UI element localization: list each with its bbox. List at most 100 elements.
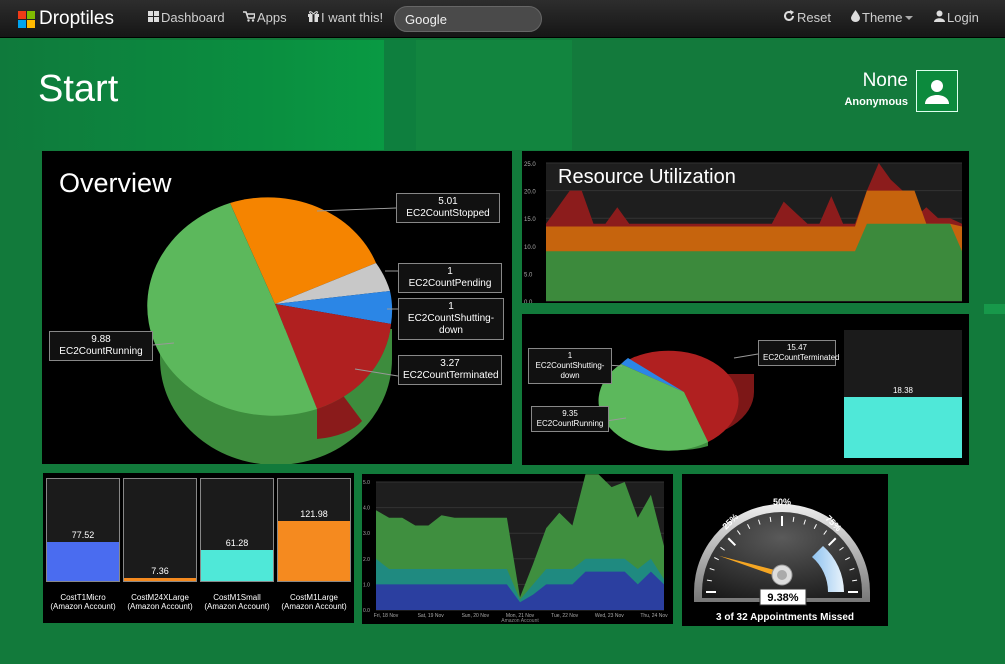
trend-tile[interactable]: 0.0 1.0 2.0 3.0 4.0 5.0 Fri, 18 Nov Sat, 19 Nov… (362, 474, 673, 624)
user-name[interactable]: None (863, 70, 908, 92)
gift-icon (308, 10, 319, 25)
cost-bar-value: 121.98 (300, 509, 328, 519)
x-axis-label: Amazon Account (501, 618, 539, 624)
label-running-value: 9.88 (91, 334, 111, 345)
nav-reset[interactable]: Reset (783, 10, 831, 25)
label-stopped-name: EC2CountStopped (406, 208, 490, 219)
nav-apps-label: Apps (257, 10, 287, 25)
nav-reset-label: Reset (797, 10, 831, 25)
user-role: Anonymous (844, 96, 908, 108)
y-tick-label: 5.0 (524, 272, 533, 278)
x-tick-label: Thu, 24 Nov (640, 613, 668, 619)
y-tick-label: 1.0 (363, 582, 370, 588)
label-running: 9.88 EC2CountRunning (49, 331, 153, 361)
x-tick-label: Fri, 18 Nov (374, 613, 399, 619)
label-small-running-value: 9.35 (562, 409, 578, 418)
nav-dashboard[interactable]: Dashboard (148, 10, 225, 25)
y-tick-label: 15.0 (524, 217, 536, 223)
chevron-down-icon (905, 15, 914, 20)
status-tile[interactable]: 1 EC2CountShutting-down 15.47 EC2CountTe… (522, 314, 969, 465)
gauge-tick-label: 50% (773, 497, 791, 507)
label-small-shutting-down-value: 1 (567, 351, 573, 360)
label-shutting-down-name: EC2CountShutting-down (407, 313, 495, 336)
label-stopped: 5.01 EC2CountStopped (396, 193, 500, 223)
x-tick-label: Wed, 23 Nov (595, 613, 624, 619)
cart-icon (243, 10, 256, 25)
cost-bar (124, 578, 196, 581)
trend-area-chart: 0.0 1.0 2.0 3.0 4.0 5.0 Fri, 18 Nov Sat, 19 Nov… (363, 474, 668, 624)
nav-login[interactable]: Login (934, 10, 979, 25)
cost-bar-column: 77.52 (46, 478, 120, 582)
cost-bar-column: 121.98 (277, 478, 351, 582)
x-tick-label: Tue, 22 Nov (551, 613, 579, 619)
cost-bar-value: 7.36 (151, 566, 169, 576)
label-small-terminated-name: EC2CountTerminated (763, 353, 840, 362)
label-terminated-value: 3.27 (440, 358, 460, 369)
cost-bar-label: CostM24XLarge (Amazon Account) (127, 593, 193, 611)
brand-name: Droptiles (39, 8, 114, 29)
cost-bar-value: 77.52 (71, 530, 95, 540)
gauge-value: 9.38% (767, 592, 798, 604)
leader-line (316, 207, 397, 212)
navbar: Droptiles Dashboard Apps I want this! Re… (0, 0, 1005, 38)
nav-want[interactable]: I want this! (308, 10, 383, 25)
avatar[interactable] (916, 70, 958, 112)
y-tick-label: 2.0 (363, 557, 370, 563)
gauge-caption: 3 of 32 Appointments Missed (716, 612, 854, 623)
y-tick-label: 0.0 (524, 300, 533, 303)
y-tick-label: 4.0 (363, 506, 370, 512)
nav-dashboard-label: Dashboard (161, 10, 225, 25)
cost-bar (47, 542, 119, 581)
droplet-icon (851, 10, 860, 25)
leader-line (733, 353, 759, 359)
label-terminated: 3.27 EC2CountTerminated (398, 355, 502, 385)
label-small-running-name: EC2CountRunning (536, 419, 604, 428)
label-pending: 1 EC2CountPending (398, 263, 502, 293)
costs-tile[interactable]: 77.52 CostT1Micro (Amazon Account) 7.36 Cos… (43, 473, 354, 623)
refresh-icon (783, 10, 795, 25)
y-tick-label: 0.0 (363, 608, 370, 614)
nav-apps[interactable]: Apps (243, 10, 287, 25)
x-tick-label: Sat, 19 Nov (418, 613, 445, 619)
y-tick-label: 25.0 (524, 162, 536, 168)
level-gauge: 18.38 (844, 330, 962, 458)
label-small-terminated-value: 15.47 (786, 343, 808, 352)
cost-bar-label: CostM1Large (Amazon Account) (281, 593, 347, 611)
nav-theme[interactable]: Theme (851, 10, 914, 25)
droptiles-logo-icon (18, 10, 35, 28)
cost-bar-label: CostT1Micro (Amazon Account) (50, 593, 116, 611)
level-gauge-value: 18.38 (892, 386, 914, 395)
label-pending-name: EC2CountPending (408, 278, 492, 289)
cost-bar-column: 61.28 (200, 478, 274, 582)
label-small-shutting-down-name: EC2CountShutting-down (535, 361, 605, 380)
nav-want-label: I want this! (321, 10, 384, 25)
label-shutting-down: 1 EC2CountShutting-down (398, 298, 504, 340)
page-title: Start (38, 68, 119, 110)
overview-tile[interactable]: Overview 5.01 EC2CountStopped 1 EC2Count… (42, 151, 512, 464)
cost-bar-value: 61.28 (225, 538, 249, 548)
cost-bar (278, 521, 350, 581)
gauge-hub (777, 570, 787, 580)
header-background-strip (384, 40, 416, 150)
nav-theme-label: Theme (862, 10, 903, 25)
brand[interactable]: Droptiles (18, 6, 114, 32)
label-stopped-value: 5.01 (438, 196, 458, 207)
search-input[interactable] (394, 6, 542, 32)
x-tick-label: Sun, 20 Nov (462, 613, 490, 619)
y-tick-label: 5.0 (363, 480, 370, 486)
level-gauge-fill (844, 397, 962, 458)
y-tick-label: 20.0 (524, 190, 536, 196)
cost-bar-label: CostM1Small (Amazon Account) (204, 593, 270, 611)
utilization-tile[interactable]: 0.0 5.0 10.0 15.0 20.0 25.0 Resource Utilizat… (522, 151, 969, 303)
nav-login-label: Login (947, 10, 979, 25)
label-small-terminated: 15.47 EC2CountTerminated (758, 340, 840, 366)
y-tick-label: 3.0 (363, 531, 370, 537)
user-icon (934, 10, 945, 25)
label-shutting-down-value: 1 (448, 301, 454, 312)
speedometer-gauge: 25% 50% 75% 9.38% 3 of 32 Appointments M… (694, 497, 870, 623)
label-small-running: 9.35 EC2CountRunning (531, 406, 609, 432)
label-small-shutting-down: 1 EC2CountShutting-down (528, 348, 612, 384)
dashboard-grid-icon (148, 10, 159, 25)
label-terminated-name: EC2CountTerminated (403, 370, 499, 381)
appointments-tile[interactable]: 25% 50% 75% 9.38% 3 of 32 Appointments M… (682, 474, 888, 626)
